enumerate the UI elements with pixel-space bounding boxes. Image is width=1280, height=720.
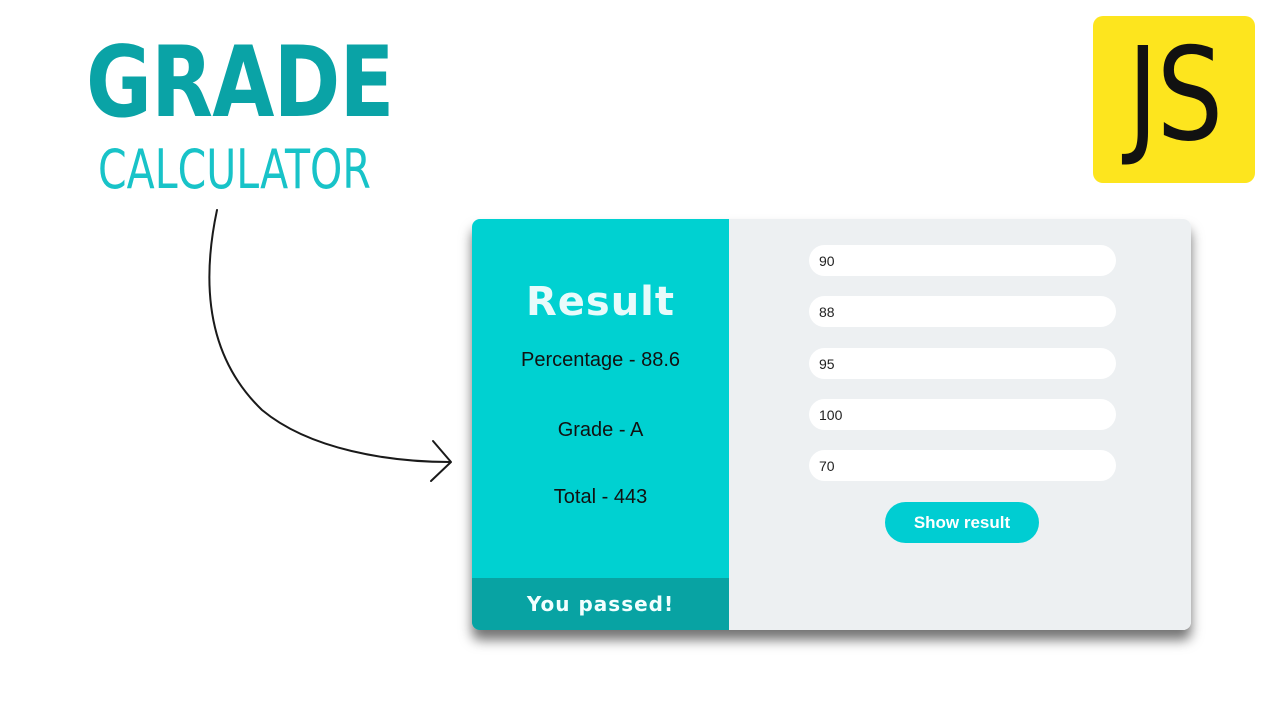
total-text: Total - 443 (553, 486, 648, 508)
score-input-2[interactable] (809, 296, 1116, 327)
score-input-4[interactable] (809, 399, 1116, 430)
show-result-button[interactable]: Show result (885, 502, 1039, 543)
grade-text: Grade - A (557, 419, 644, 441)
result-heading: Result (525, 279, 676, 325)
score-input-5[interactable] (809, 450, 1116, 481)
grade-calculator-card: Result Percentage - 88.6 Grade - A Total… (472, 219, 1191, 630)
thumbnail-stage: GRADE CALCULATOR JS Result Percentage - … (0, 0, 1280, 720)
pass-status-bar: You passed! (472, 578, 729, 630)
subtitle-calculator: CALCULATOR (98, 138, 371, 201)
score-input-panel: Show result (729, 219, 1191, 630)
title-grade: GRADE (86, 26, 394, 140)
result-panel: Result Percentage - 88.6 Grade - A Total… (472, 219, 729, 630)
score-input-1[interactable] (809, 245, 1116, 276)
score-input-3[interactable] (809, 348, 1116, 379)
js-logo-text: JS (1126, 20, 1223, 170)
js-logo-badge: JS (1093, 16, 1255, 183)
percentage-text: Percentage - 88.6 (521, 349, 680, 371)
